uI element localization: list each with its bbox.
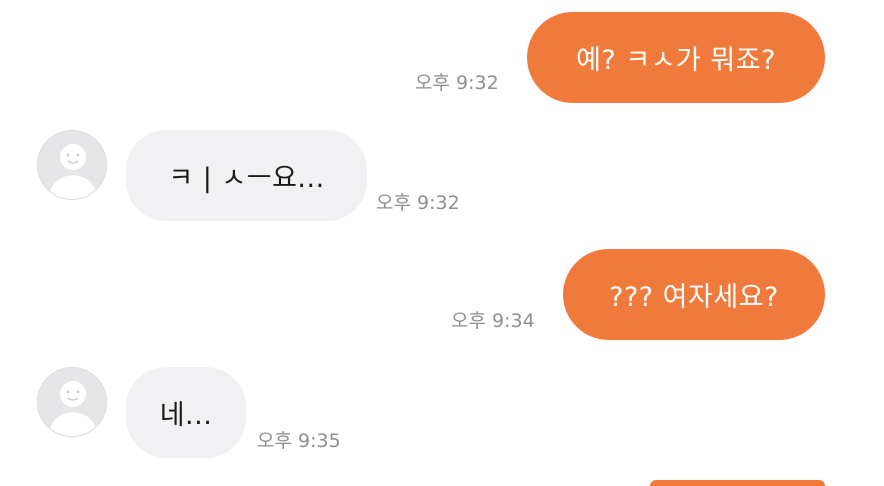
sender-avatar[interactable] — [37, 367, 107, 437]
message-text: ㅋ | ㅅㅡ요... — [168, 163, 325, 194]
message-timestamp: 오후 9:35 — [257, 430, 341, 452]
default-profile-smiley-icon — [48, 381, 98, 436]
default-profile-smiley-icon — [48, 144, 98, 199]
message-timestamp: 오후 9:34 — [451, 310, 535, 332]
outgoing-message-bubble-partial[interactable] — [650, 480, 825, 486]
message-timestamp: 오후 9:32 — [415, 72, 499, 94]
chat-thread: 오후 9:32 예? ㅋㅅ가 뭐죠? ㅋ | ㅅㅡ요... 오후 9:32 오후… — [0, 0, 884, 486]
message-text: 예? ㅋㅅ가 뭐죠? — [576, 45, 776, 76]
outgoing-message-bubble[interactable]: ??? 여자세요? — [563, 249, 825, 340]
message-text: ??? 여자세요? — [609, 282, 779, 313]
sender-avatar[interactable] — [37, 130, 107, 200]
outgoing-message-bubble[interactable]: 예? ㅋㅅ가 뭐죠? — [527, 12, 825, 103]
incoming-message-bubble[interactable]: ㅋ | ㅅㅡ요... — [126, 130, 367, 221]
message-timestamp: 오후 9:32 — [376, 192, 460, 214]
incoming-message-bubble[interactable]: 네... — [126, 367, 246, 458]
message-text: 네... — [159, 400, 213, 431]
